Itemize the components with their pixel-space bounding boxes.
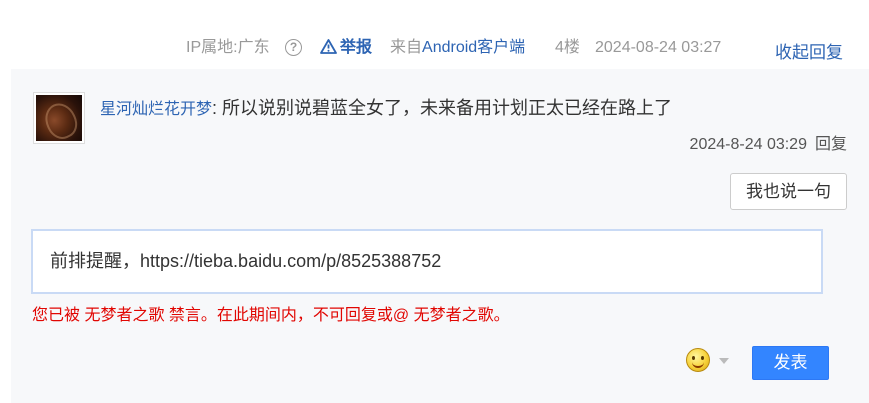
reply-time: 2024-8-24 03:29 [689, 136, 807, 153]
ban-notice: 您已被 无梦者之歌 禁言。在此期间内，不可回复或@ 无梦者之歌。 [32, 307, 510, 324]
warning-triangle-icon [320, 39, 337, 54]
report-link[interactable]: 举报 [320, 38, 372, 58]
avatar[interactable] [33, 92, 85, 144]
question-circle-icon[interactable]: ? [285, 39, 302, 56]
post-time: 2024-08-24 03:27 [595, 39, 722, 56]
smiley-emoji-icon[interactable] [686, 348, 710, 372]
caret-down-icon[interactable] [719, 358, 729, 364]
collapse-replies-tab[interactable]: 收起回复 [749, 28, 869, 70]
sub-reply-meta: 2024-8-24 03:29 回复 [690, 130, 847, 154]
collapse-replies-label[interactable]: 收起回复 [775, 38, 843, 63]
avatar-image [36, 95, 82, 141]
source-prefix: 来自 [390, 39, 423, 56]
ip-location: IP属地:广东 [186, 39, 270, 56]
reply-link[interactable]: 回复 [815, 136, 847, 153]
source-client-link[interactable]: Android客户端 [422, 39, 525, 56]
reply-text: 所以说别说碧蓝全女了，未来备用计划正太已经在路上了 [217, 98, 673, 118]
sub-reply-content: 星河灿烂花开梦: 所以说别说碧蓝全女了，未来备用计划正太已经在路上了 [100, 94, 672, 120]
submit-button[interactable]: 发表 [752, 346, 829, 380]
say-something-button[interactable]: 我也说一句 [730, 173, 847, 210]
report-label: 举报 [340, 39, 373, 56]
floor-number: 4楼 [555, 39, 580, 56]
post-tail-bar: IP属地:广东 ? 举报 来自Android客户端 4楼 2024-08-24 … [0, 28, 869, 68]
reply-username[interactable]: 星河灿烂花开梦 [100, 101, 212, 118]
post-source: 来自Android客户端 [390, 38, 525, 58]
editor-text: 前排提醒，https://tieba.baidu.com/p/852538875… [50, 251, 442, 271]
reply-editor[interactable]: 前排提醒，https://tieba.baidu.com/p/852538875… [31, 229, 823, 294]
